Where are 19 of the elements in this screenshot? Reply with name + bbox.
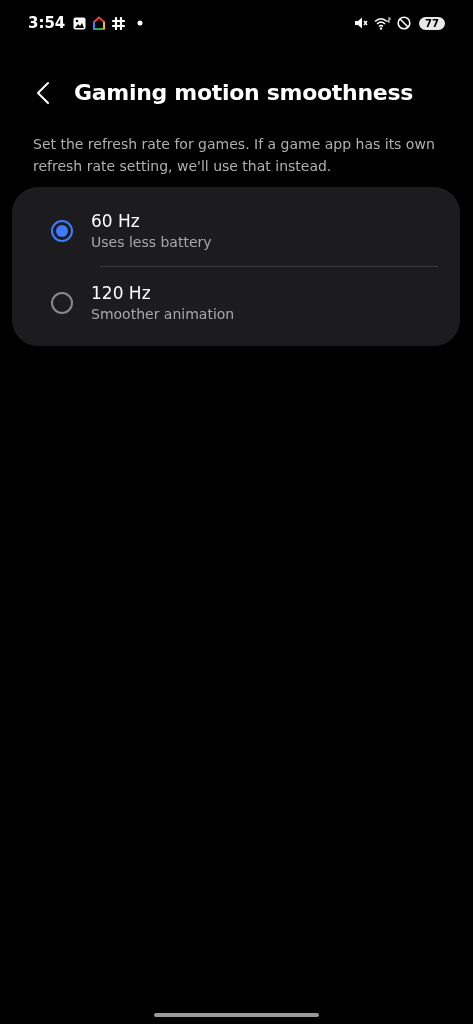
battery-level: 77 — [419, 16, 445, 30]
hash-icon — [112, 16, 126, 30]
back-icon[interactable] — [36, 80, 50, 105]
option-description: Smoother animation — [91, 306, 235, 322]
option-description: Uses less battery — [91, 234, 212, 250]
radio-button[interactable] — [51, 219, 73, 242]
option-label[interactable]: 120 Hz — [91, 283, 235, 303]
page-title: Gaming motion smoothness — [74, 80, 413, 105]
description-text: Set the refresh rate for games. If a game app has its own refresh rate setting, we'll use that instead. — [33, 135, 436, 176]
home-icon — [92, 16, 107, 30]
navigation-handle[interactable] — [154, 1013, 319, 1017]
gallery-icon — [73, 16, 87, 30]
dot-icon — [137, 20, 144, 26]
mute-icon — [354, 16, 369, 30]
blocked-icon — [397, 16, 412, 30]
wifi-icon — [374, 16, 392, 30]
radio-button[interactable] — [51, 291, 73, 314]
option-label[interactable]: 60 Hz — [91, 211, 212, 231]
status-time: 3:54 — [28, 14, 66, 32]
